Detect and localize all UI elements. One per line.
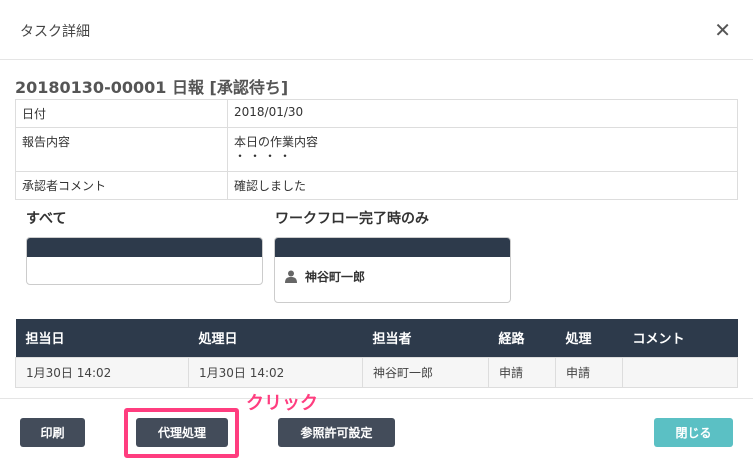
history-col-header: 経路 bbox=[488, 319, 556, 357]
group-workflow-bar bbox=[275, 238, 510, 257]
info-key: 日付 bbox=[15, 99, 228, 128]
group-all-box bbox=[26, 237, 263, 285]
click-annotation: クリック bbox=[246, 393, 318, 414]
modal-header: タスク詳細 ✕ bbox=[0, 0, 753, 60]
group-all-title: すべて bbox=[26, 211, 67, 227]
close-icon[interactable]: ✕ bbox=[714, 18, 731, 42]
group-member: 神谷町一郎 bbox=[285, 268, 365, 285]
info-row: 日付 2018/01/30 bbox=[15, 99, 738, 128]
person-icon bbox=[285, 270, 297, 283]
modal-title: タスク詳細 bbox=[20, 24, 90, 40]
history-cell: 1月30日 14:02 bbox=[188, 356, 363, 388]
history-col-header: 処理日 bbox=[188, 319, 363, 357]
history-col-header: コメント bbox=[622, 319, 738, 357]
info-value: 2018/01/30 bbox=[227, 99, 738, 128]
history-cell: 申請 bbox=[555, 356, 623, 388]
print-button[interactable]: 印刷 bbox=[20, 418, 85, 447]
history-col-header: 処理 bbox=[555, 319, 623, 357]
info-value-extra: ・・・・ bbox=[234, 149, 295, 163]
click-highlight-box bbox=[124, 408, 239, 458]
task-heading: 20180130-00001 日報 [承認待ち] bbox=[15, 78, 289, 97]
group-member-name: 神谷町一郎 bbox=[305, 270, 366, 284]
history-table: 担当日 処理日 担当者 経路 処理 コメント 1月30日 14:02 1月30日… bbox=[15, 319, 738, 388]
info-key: 承認者コメント bbox=[15, 171, 228, 200]
footer-divider bbox=[0, 398, 753, 399]
info-key: 報告内容 bbox=[15, 127, 228, 172]
history-col-header: 担当者 bbox=[362, 319, 489, 357]
table-row: 1月30日 14:02 1月30日 14:02 神谷町一郎 申請 申請 bbox=[15, 356, 738, 388]
info-table: 日付 2018/01/30 報告内容 本日の作業内容 ・・・・ 承認者コメント … bbox=[15, 99, 738, 200]
history-col-header: 担当日 bbox=[15, 319, 189, 357]
info-value-cell: 本日の作業内容 ・・・・ bbox=[227, 127, 738, 172]
info-row: 承認者コメント 確認しました bbox=[15, 171, 738, 200]
info-value: 確認しました bbox=[227, 171, 738, 200]
info-value: 本日の作業内容 bbox=[234, 135, 319, 149]
group-all-bar bbox=[27, 238, 262, 257]
group-workflow-title: ワークフロー完了時のみ bbox=[275, 211, 429, 227]
group-workflow-box: 神谷町一郎 bbox=[274, 237, 511, 303]
history-cell: 1月30日 14:02 bbox=[15, 356, 189, 388]
history-cell bbox=[622, 356, 738, 388]
permission-settings-button[interactable]: 参照許可設定 bbox=[278, 418, 395, 447]
info-row: 報告内容 本日の作業内容 ・・・・ bbox=[15, 127, 738, 172]
close-button[interactable]: 閉じる bbox=[654, 418, 733, 447]
history-cell: 神谷町一郎 bbox=[362, 356, 489, 388]
history-cell: 申請 bbox=[488, 356, 556, 388]
history-header-row: 担当日 処理日 担当者 経路 処理 コメント bbox=[15, 319, 738, 357]
